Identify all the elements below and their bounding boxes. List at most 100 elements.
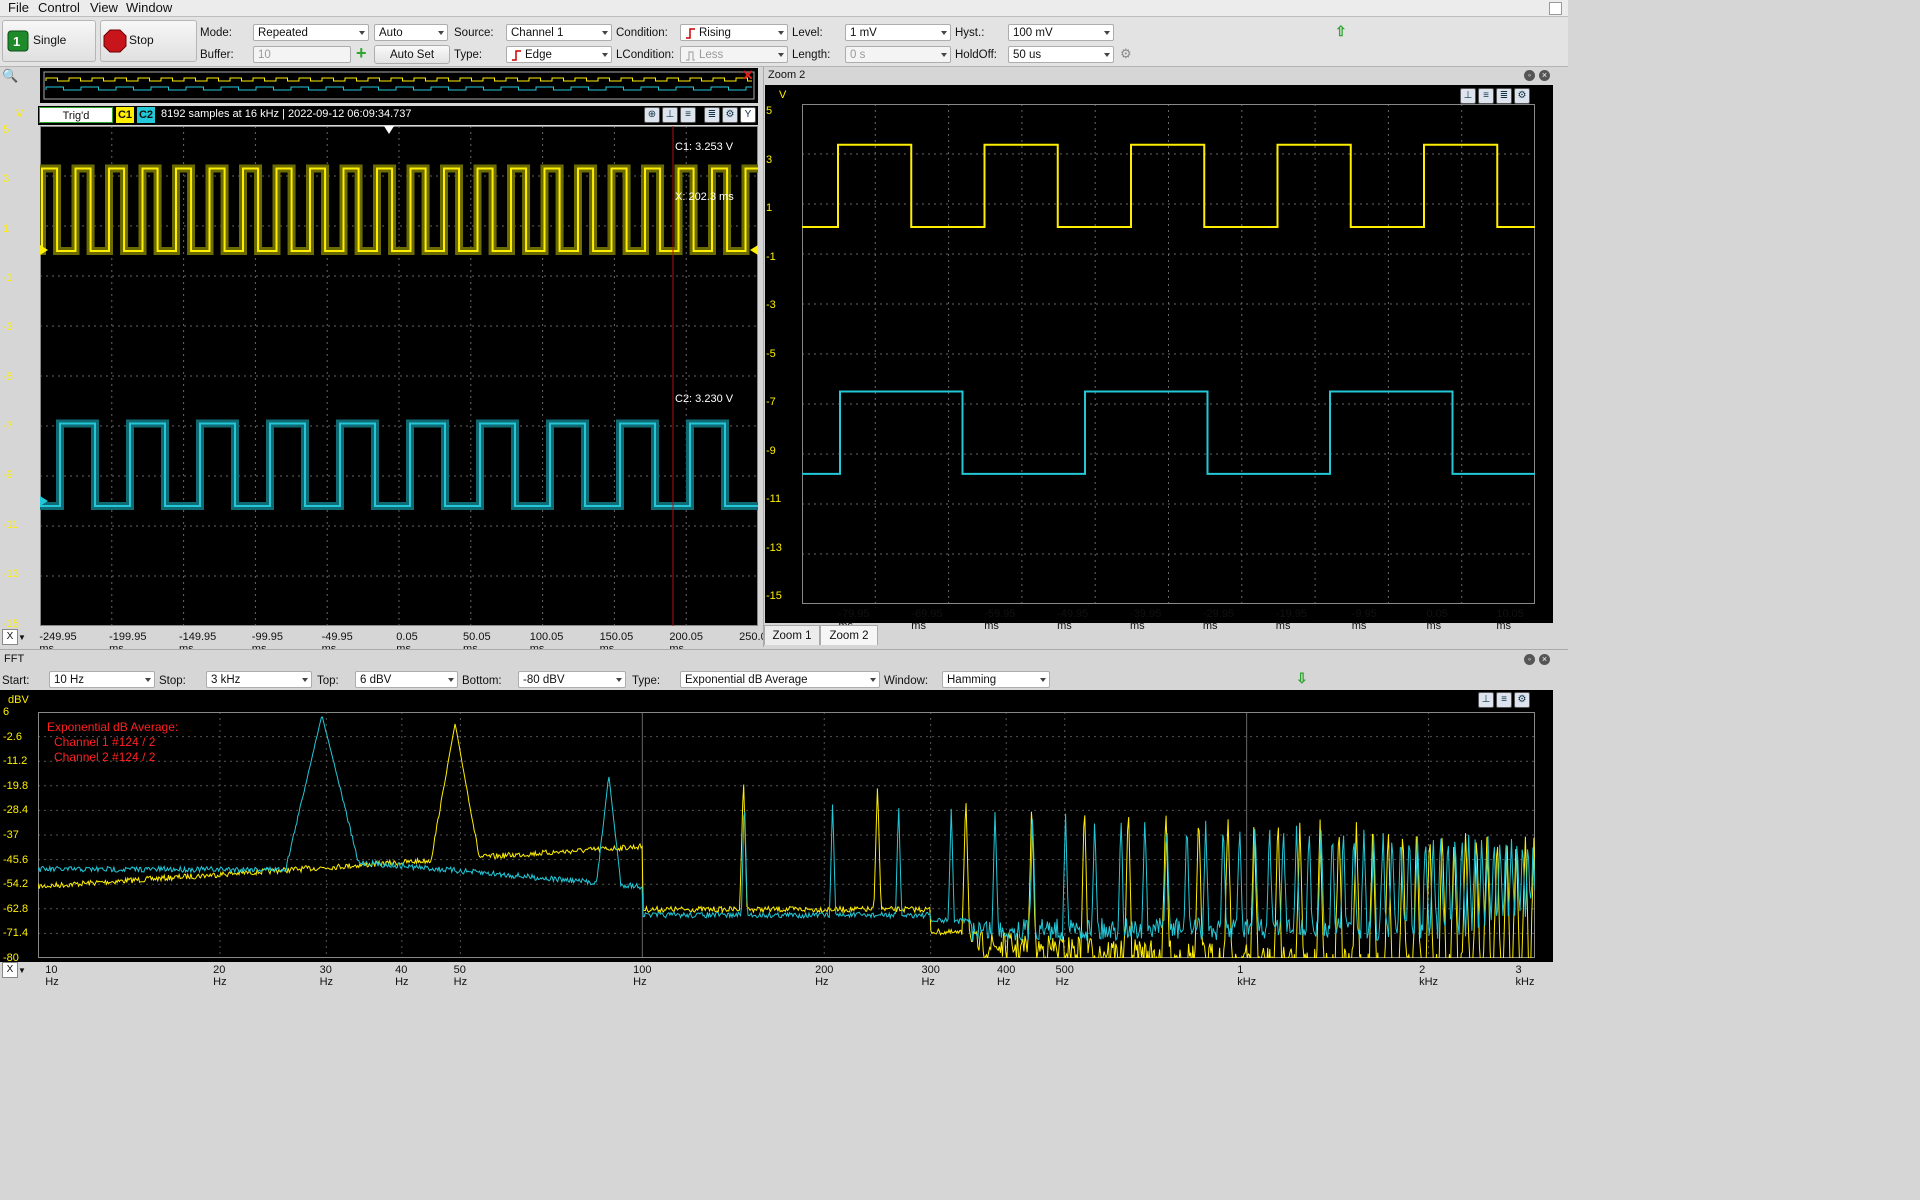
cursor-v-icon[interactable]: ≡	[680, 107, 696, 123]
x-axis-button[interactable]: X	[2, 629, 18, 645]
menu-file[interactable]: File	[8, 0, 29, 16]
menu-view[interactable]: View	[90, 0, 118, 16]
single-button[interactable]: 1 Single	[2, 20, 96, 62]
main-waveform	[40, 126, 758, 626]
chevron-down-icon	[941, 53, 947, 57]
zoom-in-icon[interactable]: ⊕	[644, 107, 660, 123]
trigger-auto-select[interactable]: Auto	[374, 24, 448, 41]
source-select[interactable]: Channel 1	[506, 24, 612, 41]
chevron-down-icon	[145, 678, 151, 682]
fft-type-select[interactable]: Exponential dB Average	[680, 671, 880, 688]
y-tick-label: -45.6	[3, 853, 29, 866]
fft-top-select[interactable]: 6 dBV	[355, 671, 458, 688]
add-icon[interactable]: +	[356, 43, 367, 64]
gear-icon[interactable]: ⚙	[1120, 46, 1132, 62]
zoom-magnifier-icon[interactable]: 🔍	[2, 68, 18, 84]
restore-icon[interactable]: ◦	[1524, 70, 1535, 81]
chevron-down-icon[interactable]: ▼	[18, 633, 26, 642]
settings-icon[interactable]: ⚙	[1514, 88, 1530, 104]
x-tick-label: 30 Hz	[319, 964, 334, 988]
type-label: Type:	[454, 49, 483, 61]
x-tick-label: 50 Hz	[453, 964, 468, 988]
zoom-title: Zoom 2	[768, 69, 806, 81]
cursor-h-icon[interactable]: ⊥	[1460, 88, 1476, 104]
close-icon[interactable]: ✕	[742, 67, 754, 84]
close-icon[interactable]: ×	[1539, 70, 1550, 81]
x-tick-label: 10 Hz	[45, 964, 59, 988]
stop-button[interactable]: Stop	[100, 20, 197, 62]
stop-icon	[103, 29, 127, 53]
close-icon[interactable]: ×	[1539, 654, 1550, 665]
hyst-select[interactable]: 100 mV	[1008, 24, 1114, 41]
main-plot[interactable]: C1: 3.253 V X: 202.3 ms C2: 3.230 V	[40, 126, 758, 626]
overview-strip[interactable]	[40, 68, 758, 103]
y-tick-label: -5	[3, 370, 13, 383]
fft-y-unit: dBV	[8, 694, 29, 706]
fft-window-select[interactable]: Hamming	[942, 671, 1050, 688]
fft-top-label: Top:	[317, 675, 339, 687]
overview-waveform	[43, 71, 755, 100]
fft-stop-select[interactable]: 3 kHz	[206, 671, 312, 688]
buffer-label: Buffer:	[200, 49, 234, 61]
lcondition-select[interactable]: Less	[680, 46, 788, 63]
fft-start-label: Start:	[2, 675, 30, 687]
restore-icon[interactable]: ◦	[1524, 654, 1535, 665]
y-tick-label: 5	[3, 124, 10, 136]
y-tick-label: -19.8	[3, 779, 29, 792]
fft-x-axis-button[interactable]: X	[2, 962, 18, 978]
length-select[interactable]: 0 s	[845, 46, 951, 63]
settings-icon[interactable]: ⚙	[722, 107, 738, 123]
tab-zoom-2[interactable]: Zoom 2	[820, 625, 878, 645]
measure-icon[interactable]: ≣	[704, 107, 720, 123]
type-select[interactable]: Edge	[506, 46, 612, 63]
arrow-up-icon[interactable]: ⇧	[1335, 23, 1347, 40]
auto-value: Auto	[379, 27, 403, 39]
y-tick-label: -71.4	[3, 927, 29, 940]
fft-bottom-select[interactable]: -80 dBV	[518, 671, 626, 688]
window-resize-icon[interactable]	[1549, 2, 1562, 15]
y-tick-label: -1	[766, 250, 776, 263]
condition-select[interactable]: Rising	[680, 24, 788, 41]
zoom-y-unit: V	[779, 89, 787, 101]
zoom-plot[interactable]	[802, 104, 1535, 604]
cursor-h-icon[interactable]: ⊥	[1478, 692, 1494, 708]
main-y-unit: V	[16, 108, 24, 120]
x-tick-label: -39.95 ms	[1129, 608, 1162, 632]
fft-start-select[interactable]: 10 Hz	[49, 671, 155, 688]
x-tick-label: 100 Hz	[633, 964, 652, 988]
cursor-v-icon[interactable]: ≡	[1478, 88, 1494, 104]
menu-control[interactable]: Control	[38, 0, 80, 16]
capture-info: 8192 samples at 16 kHz | 2022-09-12 06:0…	[161, 108, 412, 120]
auto-set-button[interactable]: Auto Set	[374, 45, 450, 64]
cursor-v-icon[interactable]: ≡	[1496, 692, 1512, 708]
level-label: Level:	[792, 27, 823, 39]
cursor-h-icon[interactable]: ⊥	[662, 107, 678, 123]
buffer-stepper[interactable]: 10	[253, 46, 351, 63]
condition-label: Condition:	[616, 27, 668, 39]
menu-window[interactable]: Window	[126, 0, 172, 16]
c1-badge[interactable]: C1	[116, 107, 134, 123]
chevron-down-icon	[602, 31, 608, 35]
tab-zoom-1[interactable]: Zoom 1	[764, 625, 820, 645]
fft-bottom-value: -80 dBV	[523, 674, 565, 686]
fft-bottom-label: Bottom:	[462, 675, 502, 687]
chevron-down-icon	[359, 31, 365, 35]
arrow-down-icon[interactable]: ⇩	[1296, 670, 1308, 687]
measure-icon[interactable]: ≣	[1496, 88, 1512, 104]
edge-icon	[512, 50, 521, 61]
level-select[interactable]: 1 mV	[845, 24, 951, 41]
c2-badge[interactable]: C2	[137, 107, 155, 123]
lcondition-value: Less	[699, 49, 724, 61]
mode-select[interactable]: Repeated	[253, 24, 369, 41]
y-axis-button[interactable]: Y	[740, 107, 756, 123]
source-value: Channel 1	[511, 27, 564, 39]
cursor-c1-readout: C1: 3.253 V	[675, 141, 734, 153]
chevron-down-icon[interactable]: ▼	[18, 966, 26, 975]
condition-value: Rising	[699, 27, 731, 39]
fft-plot[interactable]: Exponential dB Average: Channel 1 #124 /…	[38, 712, 1535, 958]
holdoff-select[interactable]: 50 us	[1008, 46, 1114, 63]
settings-icon[interactable]: ⚙	[1514, 692, 1530, 708]
y-tick-label: -1	[3, 272, 13, 285]
chevron-down-icon	[778, 53, 784, 57]
x-tick-label: 300 Hz	[921, 964, 940, 988]
